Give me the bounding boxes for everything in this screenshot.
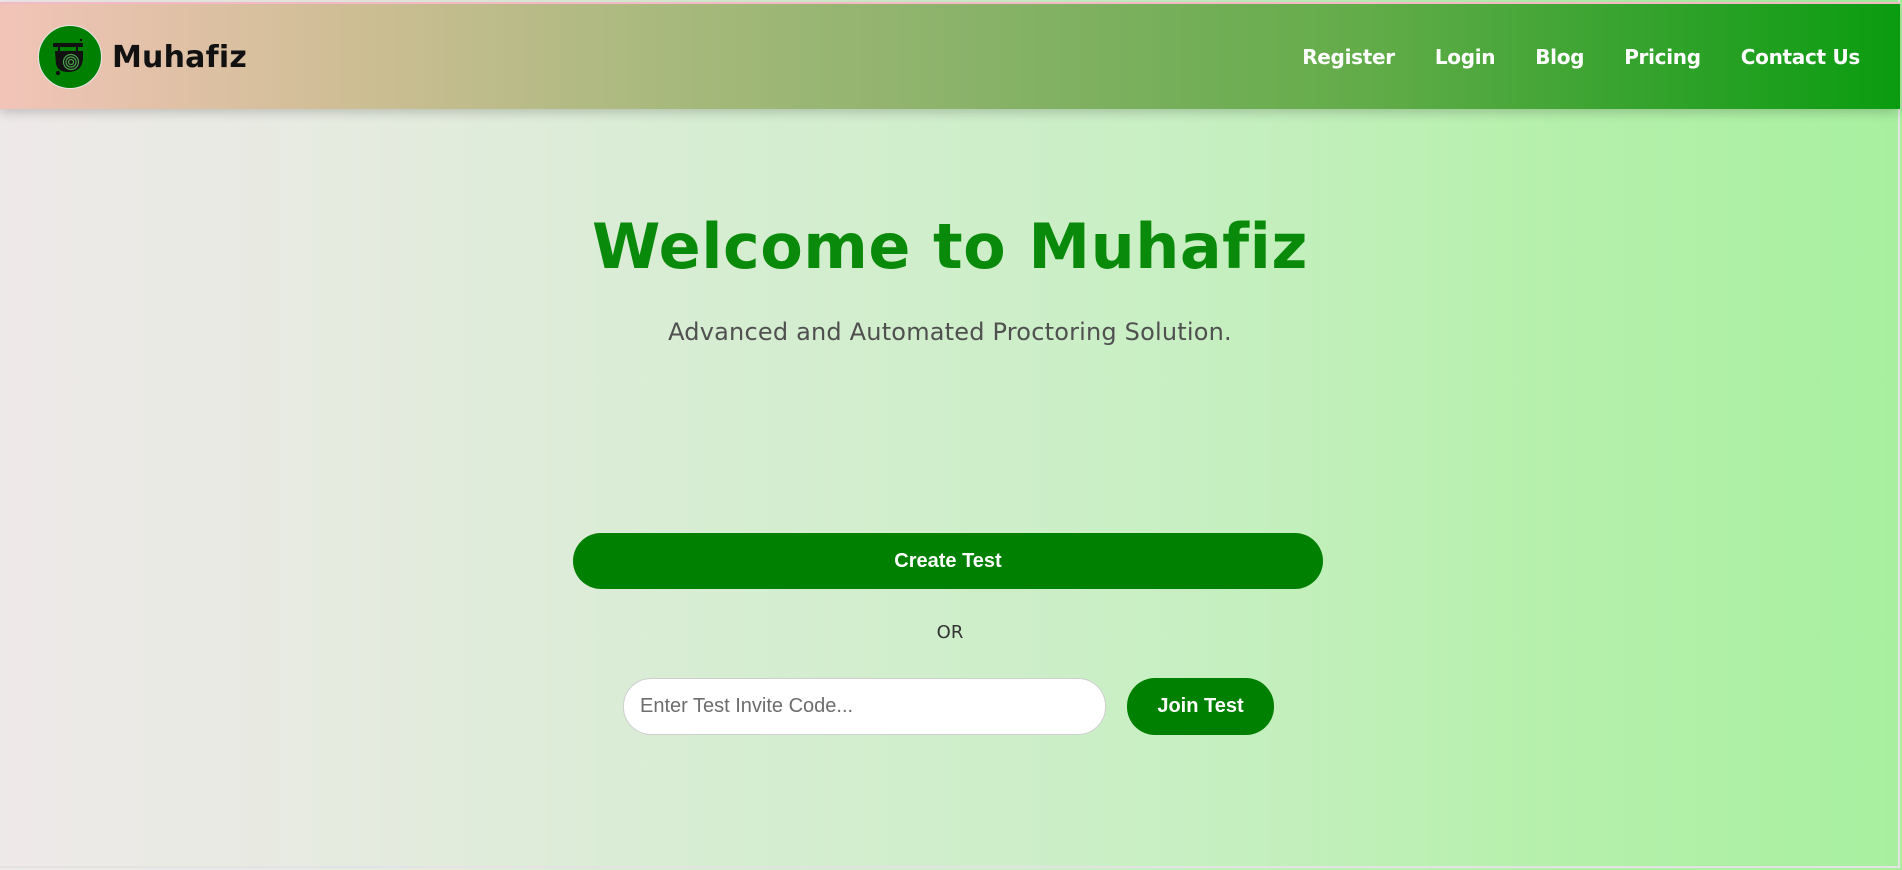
hero-title: Welcome to Muhafiz	[591, 210, 1308, 283]
or-divider-text: OR	[936, 622, 964, 643]
brand[interactable]: Muhafiz	[38, 25, 247, 89]
join-test-button[interactable]: Join Test	[1127, 678, 1274, 735]
nav-login-link[interactable]: Login	[1435, 45, 1496, 69]
page-frame	[0, 0, 1900, 868]
security-camera-icon	[38, 25, 102, 89]
nav-links: Register Login Blog Pricing Contact Us	[1302, 45, 1860, 69]
nav-pricing-link[interactable]: Pricing	[1624, 45, 1701, 69]
nav-blog-link[interactable]: Blog	[1535, 45, 1584, 69]
hero: Welcome to Muhafiz Advanced and Automate…	[0, 210, 1900, 346]
nav-register-link[interactable]: Register	[1302, 45, 1395, 69]
nav-contact-link[interactable]: Contact Us	[1741, 45, 1861, 69]
navbar: Muhafiz Register Login Blog Pricing Cont…	[0, 2, 1900, 109]
create-test-button[interactable]: Create Test	[573, 533, 1323, 589]
brand-name: Muhafiz	[112, 39, 248, 75]
invite-code-input[interactable]	[623, 678, 1106, 735]
hero-subtitle: Advanced and Automated Proctoring Soluti…	[668, 318, 1232, 346]
